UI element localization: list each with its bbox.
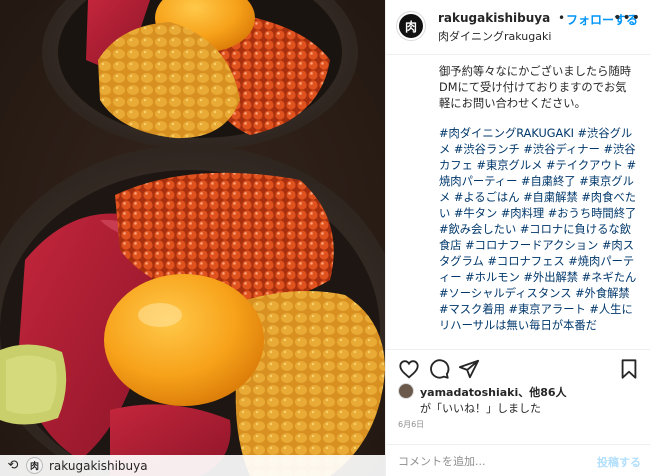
- bookmark-icon[interactable]: [618, 358, 640, 380]
- repost-username: rakugakishibuya: [49, 458, 148, 473]
- post-caption: 御予約等々なにかございましたら随時DMにて受け付けておりますのでお気軽にお問い合…: [439, 64, 637, 334]
- avatar[interactable]: 肉: [396, 11, 426, 41]
- more-options-icon[interactable]: •••: [613, 10, 641, 26]
- action-bar: [386, 349, 650, 380]
- likes-users-link[interactable]: yamadatoshiaki、他86人: [420, 384, 567, 400]
- caption-text: 御予約等々なにかございましたら随時DMにて受け付けておりますのでお気軽にお問い合…: [439, 65, 632, 110]
- username-link[interactable]: rakugakishibuya: [438, 11, 550, 25]
- likes-text: が「いいね！」しました: [420, 402, 541, 415]
- post-photo[interactable]: ⟲ 肉 rakugakishibuya: [0, 0, 385, 476]
- header-separator: •: [558, 11, 566, 25]
- post-comment-button[interactable]: 投稿する: [597, 454, 641, 470]
- likes-summary: yamadatoshiaki、他86人 が「いいね！」しました: [398, 383, 643, 415]
- comment-icon[interactable]: [428, 358, 450, 380]
- post-date[interactable]: 6月6日: [398, 419, 424, 430]
- caption-hashtags[interactable]: #肉ダイニングRAKUGAKI #渋谷グルメ #渋谷ランチ #渋谷ディナー #渋…: [439, 126, 637, 334]
- repost-icon: ⟲: [7, 458, 19, 473]
- share-icon[interactable]: [458, 358, 480, 380]
- repost-avatar: 肉: [26, 457, 43, 474]
- post-header: 肉 rakugakishibuya • フォローする 肉ダイニングrakugak…: [386, 0, 650, 55]
- comment-input[interactable]: [398, 452, 588, 470]
- food-photo-image: [0, 0, 385, 476]
- post-side-panel: 肉 rakugakishibuya • フォローする 肉ダイニングrakugak…: [385, 0, 650, 476]
- location-link[interactable]: 肉ダイニングrakugaki: [438, 28, 551, 44]
- repost-attribution: ⟲ 肉 rakugakishibuya: [0, 455, 385, 476]
- heart-icon[interactable]: [398, 358, 420, 380]
- liker-avatar[interactable]: [398, 383, 414, 399]
- avatar-logo: 肉: [399, 14, 423, 38]
- add-comment-section: 投稿する: [386, 444, 650, 476]
